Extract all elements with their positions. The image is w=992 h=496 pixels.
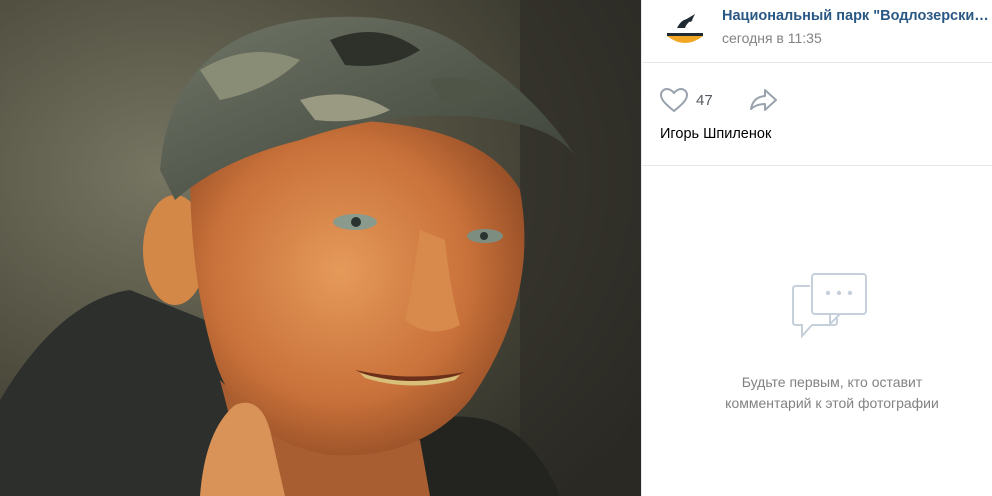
heart-icon — [659, 87, 689, 113]
photo-image — [0, 0, 641, 496]
comments-empty-line2: комментарий к этой фотографии — [725, 395, 939, 411]
like-button[interactable]: 47 — [659, 85, 713, 115]
post-actions: 47 Игорь Шпиленок — [642, 64, 992, 166]
comments-empty-line1: Будьте первым, кто оставит — [741, 374, 923, 390]
comments-empty-icon — [792, 273, 867, 339]
post-time[interactable]: сегодня в 11:35 — [722, 30, 822, 46]
share-icon — [750, 89, 777, 111]
photo-view[interactable] — [0, 0, 641, 496]
comments-empty-message: Будьте первым, кто оставит комментарий к… — [682, 372, 982, 414]
post-header: Национальный парк "Водлозерский" сегодня… — [642, 0, 992, 63]
post-side-panel: Национальный парк "Водлозерский" сегодня… — [641, 0, 992, 496]
park-logo-icon[interactable] — [661, 6, 709, 54]
share-button[interactable] — [747, 85, 779, 115]
photo-author: Игорь Шпиленок — [660, 126, 772, 142]
like-count: 47 — [696, 91, 713, 109]
post-author-link[interactable]: Национальный парк "Водлозерский" — [722, 8, 990, 24]
